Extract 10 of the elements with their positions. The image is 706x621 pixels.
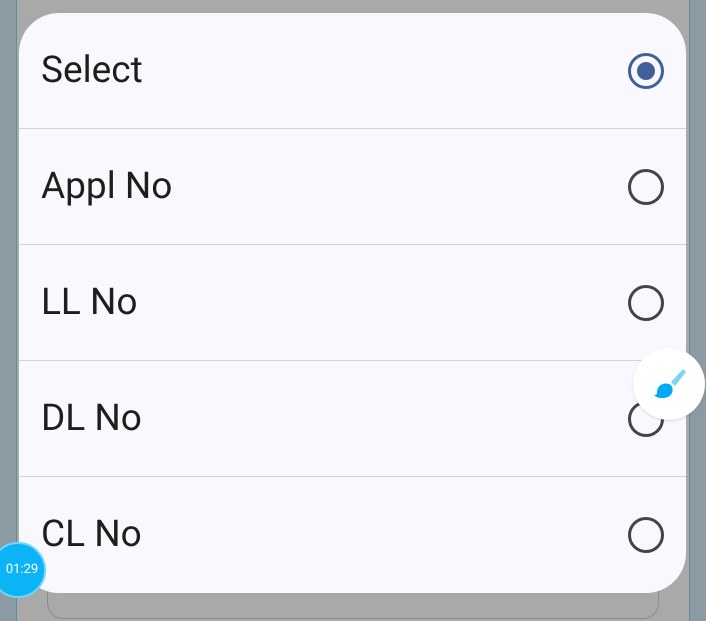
option-label: Appl No: [41, 164, 172, 210]
radio-button[interactable]: [628, 284, 664, 320]
option-label: LL No: [41, 280, 138, 326]
radio-button[interactable]: [628, 168, 664, 204]
radio-button[interactable]: [628, 52, 664, 88]
option-label: CL No: [41, 512, 142, 558]
option-label: Select: [41, 48, 143, 94]
option-label: DL No: [41, 396, 142, 442]
radio-button[interactable]: [628, 517, 664, 553]
timer-text: 01:29: [4, 561, 38, 580]
